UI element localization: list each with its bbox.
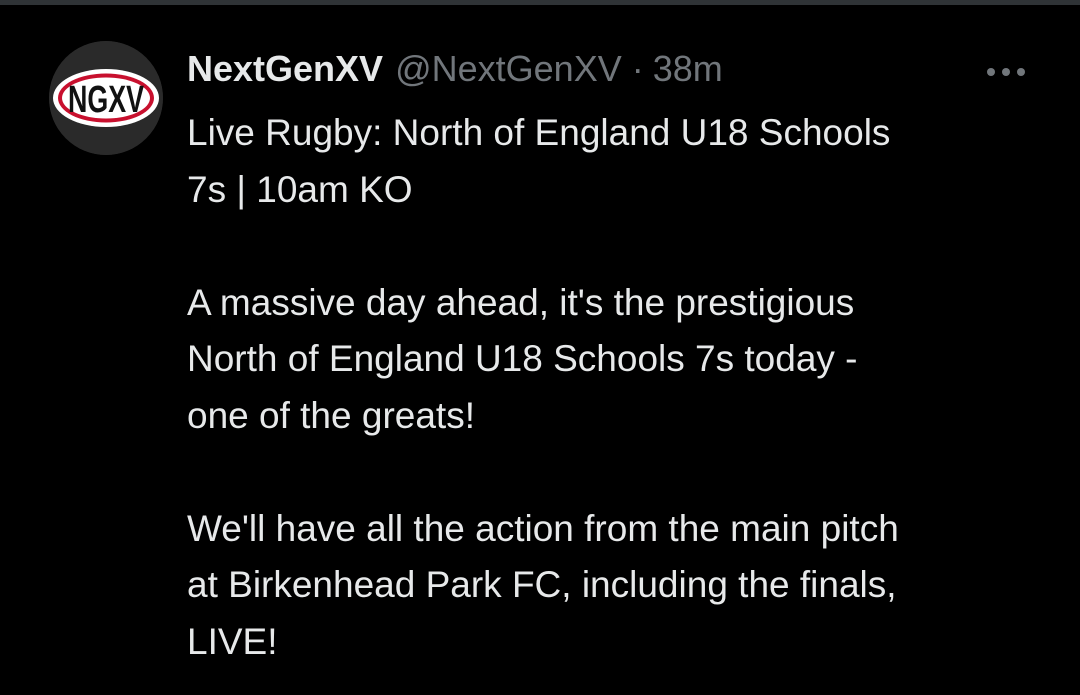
avatar[interactable]: NGXV — [49, 41, 163, 155]
display-name[interactable]: NextGenXV — [187, 47, 383, 91]
timestamp[interactable]: 38m — [653, 47, 723, 91]
more-options-button[interactable] — [982, 59, 1030, 85]
more-horizontal-icon — [987, 68, 1025, 76]
tweet[interactable]: NGXV NextGenXV @NextGenXV · 38m Live Rug… — [0, 5, 1080, 695]
tweet-text: Live Rugby: North of England U18 Schools… — [187, 112, 899, 662]
tweet-header: NextGenXV @NextGenXV · 38m — [187, 47, 723, 91]
user-handle[interactable]: @NextGenXV — [395, 47, 622, 91]
svg-text:NGXV: NGXV — [68, 79, 144, 121]
ngxv-logo: NGXV — [49, 41, 163, 155]
separator-dot: · — [631, 48, 644, 89]
